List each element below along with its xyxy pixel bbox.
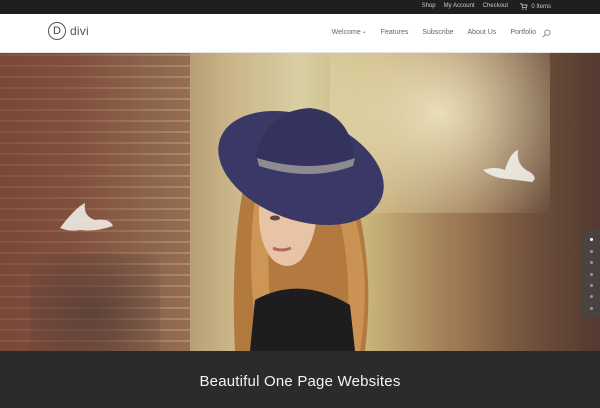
logo-mark: D [48,22,66,40]
slide-dot[interactable] [589,272,593,276]
dove-image [483,150,535,182]
intro-band: Beautiful One Page Websites [0,351,600,408]
nav-item-about-us[interactable]: About Us [468,29,497,36]
slide-dot[interactable] [589,249,593,253]
slide-dot[interactable] [589,283,593,287]
slide-dot[interactable] [589,238,593,242]
logo[interactable]: D divi [48,22,89,40]
slide-dot[interactable] [589,306,593,310]
hero-slider [0,53,600,351]
top-bar: Shop My Account Checkout 0 Items [0,0,600,14]
nav-item-features[interactable]: Features [381,29,409,36]
nav-item-portfolio[interactable]: Portfolio [510,29,536,36]
cart-link[interactable]: 0 Items [520,3,551,10]
hero-bicycle [30,253,160,351]
cart-count: 0 Items [531,3,551,10]
dove-image [60,203,113,231]
top-link-shop[interactable]: Shop [422,3,436,9]
top-links: Shop My Account Checkout [422,3,508,9]
top-link-checkout[interactable]: Checkout [483,3,508,9]
logo-text: divi [70,24,89,38]
search-icon[interactable] [542,29,551,38]
nav-item-subscribe[interactable]: Subscribe [422,29,453,36]
nav-item-welcome[interactable]: Welcome [332,29,367,36]
slide-dot[interactable] [589,261,593,265]
section-title: Beautiful One Page Websites [199,373,401,390]
main-nav: Welcome Features Subscribe About Us Port… [332,29,536,36]
main-header: D divi Welcome Features Subscribe About … [0,14,600,53]
cart-icon [520,3,528,10]
slide-dot[interactable] [589,295,593,299]
top-link-my-account[interactable]: My Account [444,3,475,9]
woman-portrait [218,108,384,351]
slide-pagination [582,230,600,318]
